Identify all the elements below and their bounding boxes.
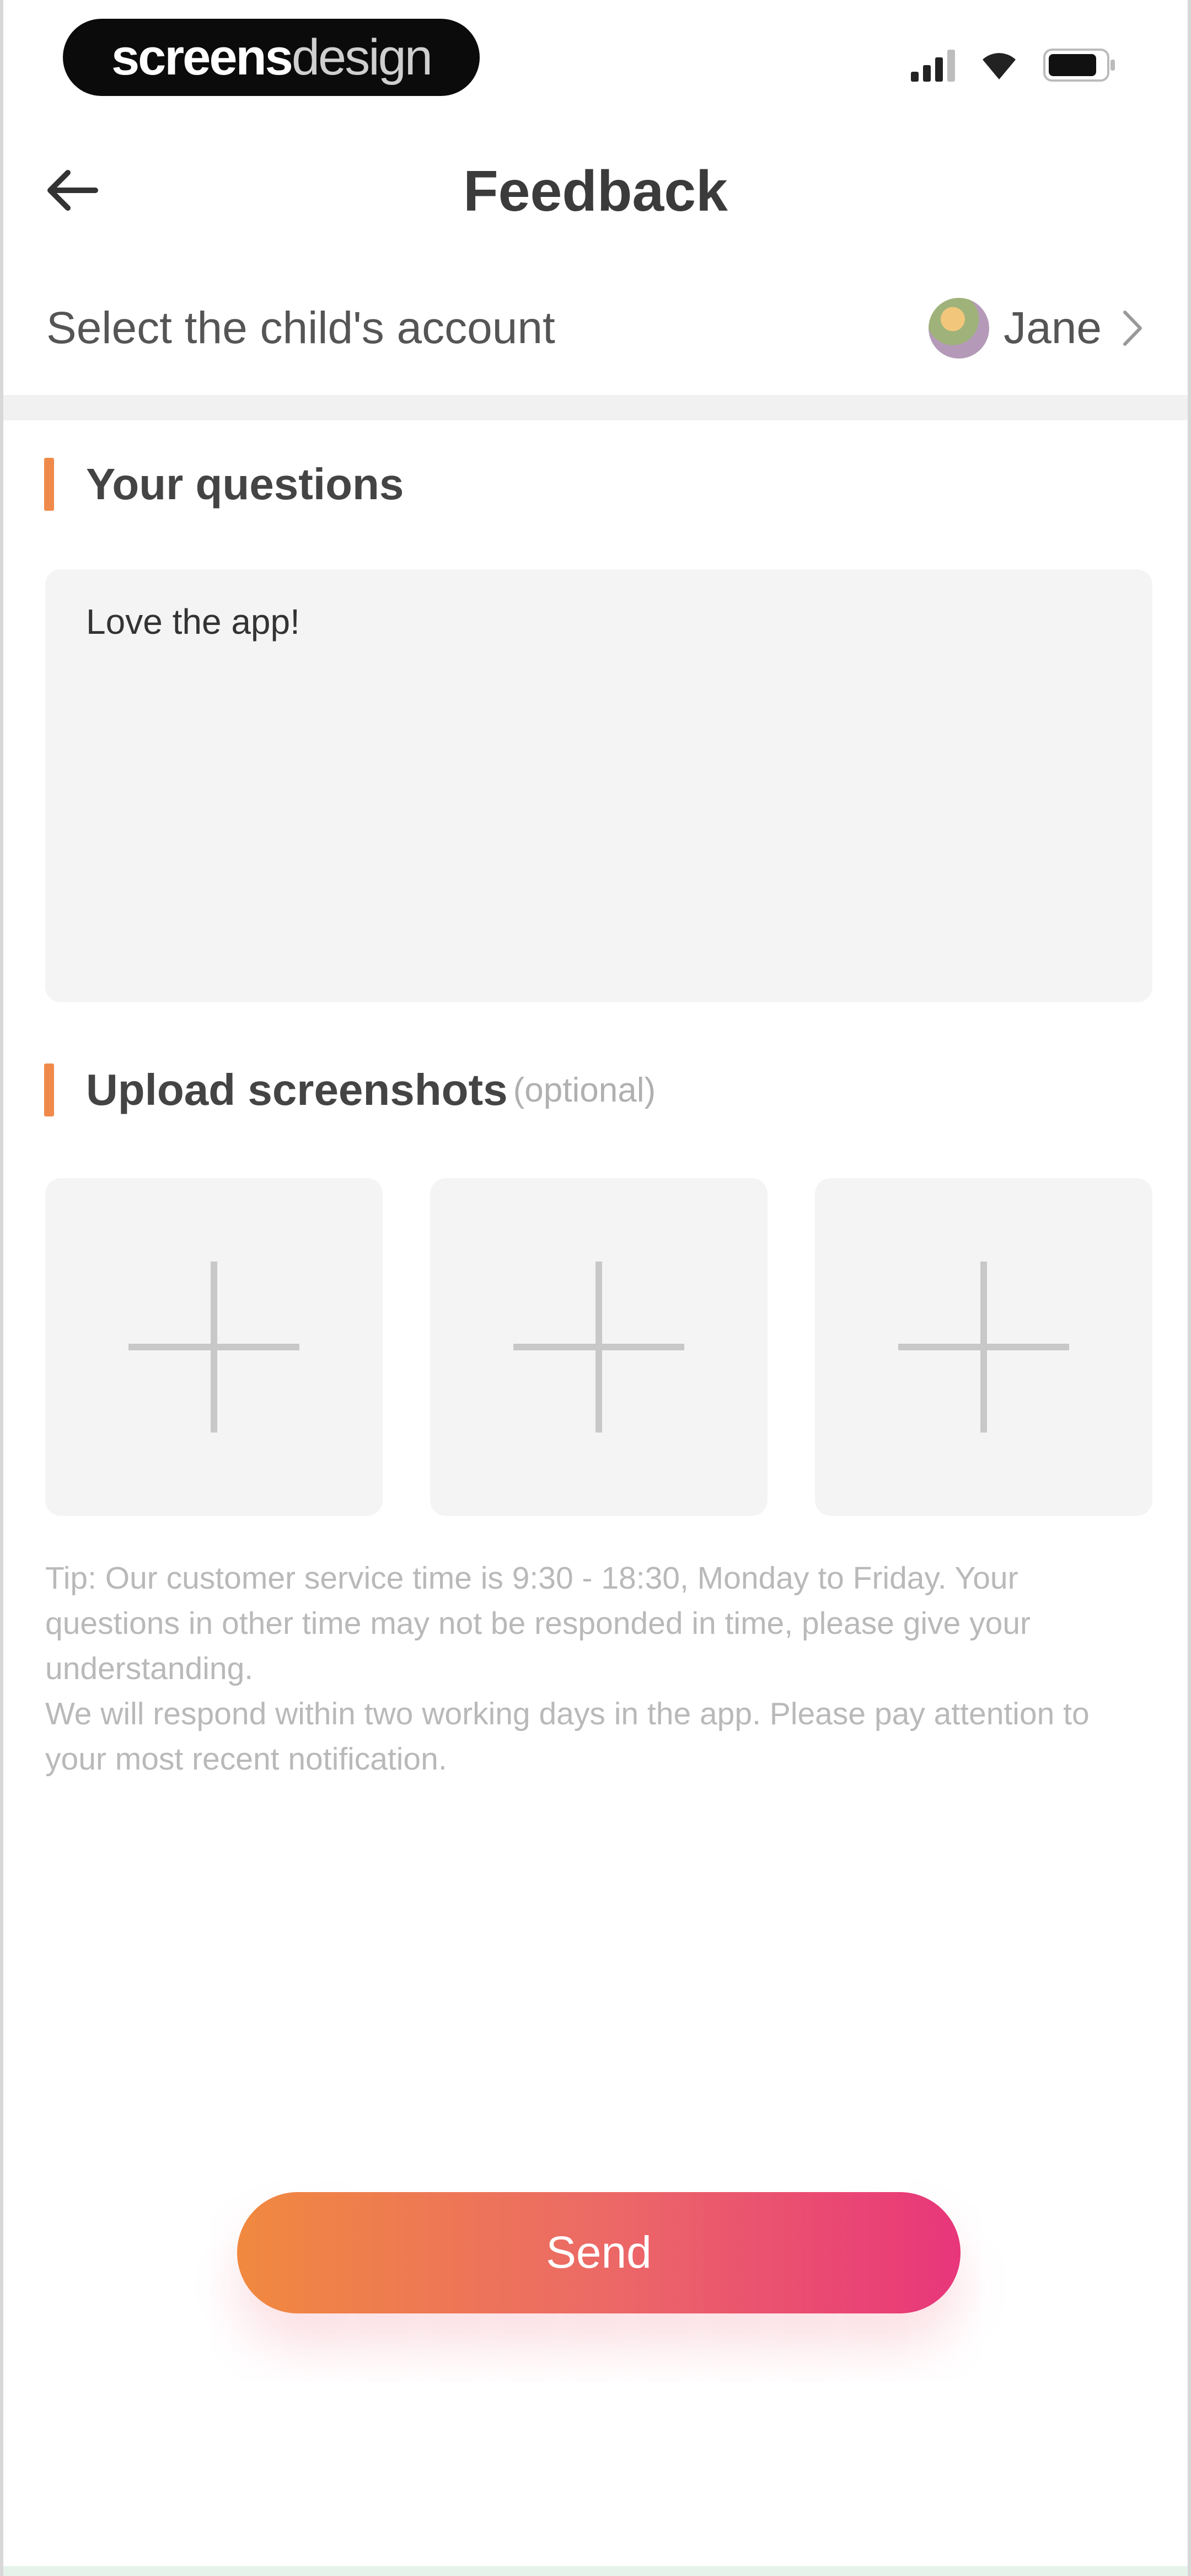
signal-icon xyxy=(911,49,955,82)
child-account-selector[interactable]: Select the child's account Jane xyxy=(3,276,1188,381)
avatar xyxy=(929,298,990,359)
page-title: Feedback xyxy=(463,159,728,223)
brand-logo: screens design xyxy=(63,19,480,96)
brand-text-bold: screens xyxy=(111,29,293,85)
question-textarea[interactable]: Love the app! xyxy=(45,569,1152,1002)
accent-bar xyxy=(44,458,54,511)
upload-tile-3[interactable] xyxy=(815,1178,1152,1516)
brand-text-light: design xyxy=(291,29,433,85)
nav-bar: Feedback xyxy=(3,138,1188,237)
child-name: Jane xyxy=(1004,303,1102,353)
plus-icon xyxy=(898,1262,1069,1433)
accent-bar xyxy=(44,1063,54,1116)
chevron-right-icon xyxy=(1116,311,1149,346)
upload-tile-1[interactable] xyxy=(45,1178,383,1516)
optional-note: (optional) xyxy=(513,1071,656,1109)
tip-line-1: Tip: Our customer service time is 9:30 -… xyxy=(45,1560,1031,1686)
questions-title: Your questions xyxy=(86,459,404,509)
tip-line-2: We will respond within two working days … xyxy=(45,1696,1090,1777)
upload-title: Upload screenshots xyxy=(86,1065,508,1114)
wifi-icon xyxy=(979,50,1019,81)
bottom-edge xyxy=(3,2566,1188,2576)
selected-account[interactable]: Jane xyxy=(929,298,1149,359)
app-screen: screens design Feedback Select the child… xyxy=(0,0,1191,2576)
questions-header: Your questions xyxy=(44,458,404,511)
plus-icon xyxy=(128,1262,299,1433)
section-divider xyxy=(3,395,1188,420)
account-label: Select the child's account xyxy=(46,303,555,353)
question-text: Love the app! xyxy=(86,602,300,642)
upload-tile-2[interactable] xyxy=(430,1178,768,1516)
status-bar: screens design xyxy=(3,0,1188,116)
send-button[interactable]: Send xyxy=(237,2192,961,2313)
plus-icon xyxy=(513,1262,684,1433)
status-icons xyxy=(911,49,1116,82)
upload-header: Upload screenshots (optional) xyxy=(44,1063,656,1116)
service-tip: Tip: Our customer service time is 9:30 -… xyxy=(45,1556,1154,1782)
battery-icon xyxy=(1043,49,1116,82)
